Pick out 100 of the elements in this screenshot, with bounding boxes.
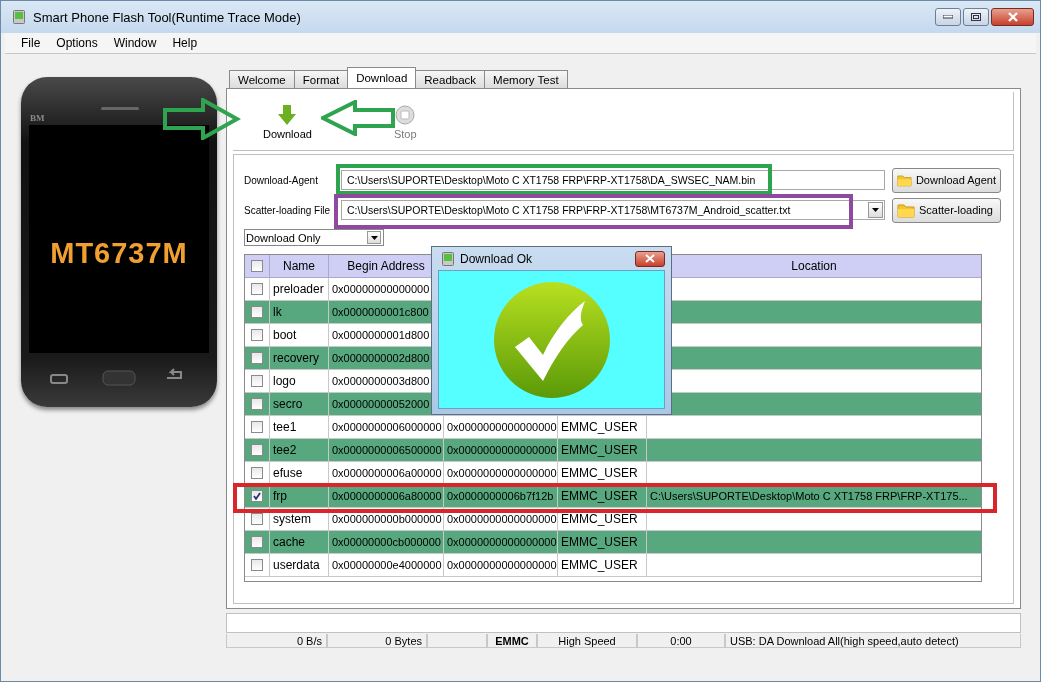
table-cell: 0x0000000001c800: [332, 306, 429, 318]
input-field[interactable]: C:\Users\SUPORTE\Desktop\Moto C XT1758 FRP\FRP-XT1758\DA_SWSEC_NAM.bin: [341, 170, 885, 190]
caret-icon: [872, 208, 879, 212]
phone-brand: BM: [30, 113, 45, 123]
table-cell: 0x0000000002d800: [332, 352, 430, 364]
table-cell: tee1: [273, 420, 297, 434]
checkbox[interactable]: [251, 467, 263, 479]
table-cell: logo: [273, 374, 296, 388]
checkbox[interactable]: [251, 260, 263, 272]
table-cell: 0x00000000052000: [332, 398, 430, 410]
table-cell: 0x0000000003d800: [332, 375, 430, 387]
table-cell: frp: [273, 489, 287, 503]
table-cell: secro: [273, 397, 303, 411]
phone-buttons-icon: [49, 367, 185, 387]
table-cell: 0x0000000001d800: [332, 329, 430, 341]
menu-item[interactable]: Help: [164, 33, 206, 53]
browse-button[interactable]: Download Agent: [892, 167, 1001, 193]
checkbox[interactable]: [251, 490, 263, 502]
checkbox[interactable]: [251, 398, 263, 410]
table-cell: 0x000000000b000000: [332, 513, 442, 525]
table-cell: userdata: [273, 558, 320, 572]
caret-icon: [370, 235, 378, 240]
folder-icon: [897, 172, 912, 188]
app-icon: [442, 251, 454, 266]
table-cell: 0x0000000000000000: [447, 559, 557, 571]
tab[interactable]: Readback: [415, 70, 486, 88]
table-cell: EMMC_USER: [561, 558, 638, 572]
combo-field[interactable]: C:\Users\SUPORTE\Desktop\Moto C XT1758 FRP\FRP-XT1758\MT6737M_Android_scatter.txt: [341, 200, 885, 220]
mode-dropdown[interactable]: Download Only: [244, 229, 384, 246]
tab[interactable]: Format: [293, 70, 349, 88]
checkbox[interactable]: [251, 352, 263, 364]
status-text: EMMC: [487, 634, 537, 648]
tab[interactable]: Memory Test: [484, 70, 568, 88]
tab[interactable]: Download: [347, 67, 417, 88]
table-cell: 0x0000000000000000: [447, 513, 557, 525]
table-cell: EMMC_USER: [561, 512, 638, 526]
minimize-icon: [943, 15, 953, 19]
table-cell: 0x0000000006000000: [332, 421, 442, 433]
menu-item[interactable]: Window: [105, 33, 165, 53]
maximize-button[interactable]: [963, 8, 989, 26]
close-icon: [1006, 12, 1019, 22]
window-title: Smart Phone Flash Tool(Runtime Trace Mode): [33, 9, 302, 25]
table-cell: 0x00000000000000: [332, 283, 430, 295]
checkbox[interactable]: [251, 536, 263, 548]
checkbox[interactable]: [251, 559, 263, 571]
table-cell: C:\Users\SUPORTE\Desktop\Moto C XT1758 FRP\FRP-XT175...: [650, 490, 968, 502]
table-cell: EMMC_USER: [561, 443, 638, 457]
table-cell: EMMC_USER: [561, 535, 638, 549]
restore-icon: [971, 13, 981, 21]
field-label: Scatter-loading File: [244, 204, 332, 216]
checkbox[interactable]: [251, 421, 263, 433]
table-cell: 0x0000000000000000: [447, 421, 557, 433]
status-text: 0 B/s: [226, 634, 327, 648]
dialog-title: Download Ok: [460, 251, 534, 266]
checkbox[interactable]: [251, 375, 263, 387]
table-cell: 0x0000000006b7f12b: [447, 490, 554, 502]
folder-icon: [897, 202, 915, 218]
dropdown-button[interactable]: [868, 202, 883, 218]
browse-button[interactable]: Scatter-loading: [892, 197, 1001, 223]
table-cell: EMMC_USER: [561, 466, 638, 480]
table-cell: system: [273, 512, 311, 526]
checkbox[interactable]: [251, 513, 263, 525]
table-cell: 0x00000000e4000000: [332, 559, 442, 571]
table-cell: cache: [273, 535, 306, 549]
status-text: High Speed: [537, 634, 637, 648]
menu-item[interactable]: File: [13, 33, 49, 53]
app-icon: [13, 10, 25, 24]
close-button[interactable]: [991, 8, 1034, 26]
table-cell: 0x0000000006a00000: [332, 467, 442, 479]
table-cell: 0x0000000006500000: [332, 444, 442, 456]
close-button[interactable]: [635, 250, 665, 267]
stop-icon: [395, 105, 416, 125]
checkbox[interactable]: [251, 306, 263, 318]
table-cell: 0x0000000000000000: [447, 467, 557, 479]
column-header[interactable]: Location: [791, 259, 837, 273]
table-cell: boot: [273, 328, 297, 342]
checkmark-icon: [492, 280, 611, 399]
table-cell: recovery: [273, 351, 319, 365]
status-text: 0:00: [637, 634, 725, 648]
checkbox[interactable]: [251, 329, 263, 341]
tab[interactable]: Welcome: [229, 70, 295, 88]
close-icon: [645, 254, 655, 263]
status-panel: [427, 634, 487, 648]
table-cell: 0x0000000000000000: [447, 444, 557, 456]
checkbox[interactable]: [251, 283, 263, 295]
table-cell: 0x0000000000000000: [447, 536, 557, 548]
menu-item[interactable]: Options: [48, 33, 106, 53]
table-cell: 0x0000000006a80000: [332, 490, 442, 502]
checkbox[interactable]: [251, 444, 263, 456]
down-arrow-icon: [278, 105, 297, 125]
table-cell: EMMC_USER: [561, 420, 638, 434]
download-button[interactable]: Download: [263, 105, 312, 140]
table-cell: lk: [273, 305, 282, 319]
table-cell: tee2: [273, 443, 297, 457]
status-text: 0 Bytes: [327, 634, 427, 648]
minimize-button[interactable]: [935, 8, 961, 26]
field-label: Download-Agent: [244, 174, 319, 186]
table-cell: preloader: [273, 282, 324, 296]
status-text: USB: DA Download All(high speed,auto detect): [725, 634, 1021, 648]
chip-label: MT6737M: [49, 237, 189, 270]
